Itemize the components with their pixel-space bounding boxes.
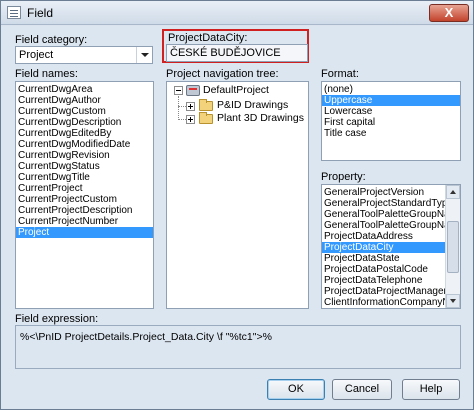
format-item[interactable]: Lowercase <box>322 106 460 117</box>
field-name-item[interactable]: CurrentDwgArea <box>16 84 153 95</box>
project-data-city-field[interactable]: ČESKÉ BUDĚJOVICE <box>166 44 308 62</box>
field-name-item[interactable]: CurrentProjectCustom <box>16 194 153 205</box>
tree-item-pid-drawings[interactable]: P&ID Drawings <box>217 99 288 112</box>
property-item[interactable]: ProjectDataState <box>322 253 445 264</box>
property-items: GeneralProjectVersion GeneralProjectStand… <box>322 187 460 309</box>
scroll-thumb[interactable] <box>447 221 459 273</box>
format-label: Format: <box>321 68 359 80</box>
property-item[interactable]: ProjectDataProjectManager <box>322 286 447 297</box>
window-title: Field <box>27 6 54 20</box>
tree-connector <box>178 96 179 120</box>
property-scrollbar[interactable] <box>445 185 460 308</box>
tree-item-plant3d-drawings[interactable]: Plant 3D Drawings <box>217 112 304 125</box>
cancel-button[interactable]: Cancel <box>332 379 392 400</box>
property-label: Property: <box>321 171 366 183</box>
field-names-list[interactable]: CurrentDwgArea CurrentDwgAuthor CurrentDwg… <box>15 81 154 309</box>
field-expression-label: Field expression: <box>15 313 99 325</box>
property-item[interactable]: ProjectDataPostalCode <box>322 264 445 275</box>
property-item[interactable]: GeneralToolPaletteGroupName <box>322 220 460 231</box>
property-item[interactable]: GeneralProjectVersion <box>322 187 445 198</box>
ok-button[interactable]: OK <box>267 379 325 400</box>
field-expression-box[interactable]: %<\PnID ProjectDetails.Project_Data.City… <box>15 325 461 369</box>
format-item[interactable]: (none) <box>322 84 460 95</box>
property-item[interactable]: ClientInformationCompanyName <box>322 297 460 308</box>
help-button[interactable]: Help <box>402 379 460 400</box>
field-expression-value: %<\PnID ProjectDetails.Project_Data.City… <box>20 331 272 343</box>
tree-item-defaultproject[interactable]: DefaultProject <box>203 84 269 97</box>
field-names-label: Field names: <box>15 68 78 80</box>
property-item[interactable]: GeneralToolPaletteGroupName <box>322 209 460 220</box>
field-name-item[interactable]: CurrentProjectNumber <box>16 216 153 227</box>
plus-expander-icon[interactable] <box>186 115 195 124</box>
field-name-item[interactable]: CurrentDwgDescription <box>16 117 153 128</box>
field-name-item[interactable]: CurrentDwgRevision <box>16 150 153 161</box>
field-name-item[interactable]: CurrentProject <box>16 183 153 194</box>
dialog-body: Field category: Project ProjectDataCity:… <box>1 26 473 409</box>
format-list[interactable]: (none) Uppercase Lowercase First capital Tit… <box>321 81 461 161</box>
folder-icon <box>199 99 213 111</box>
scroll-up-icon[interactable] <box>446 185 460 199</box>
format-item[interactable]: First capital <box>322 117 460 128</box>
field-dialog: Field X Field category: Project ProjectD… <box>0 0 474 410</box>
property-list[interactable]: GeneralProjectVersion GeneralProjectStand… <box>321 184 461 309</box>
field-name-item[interactable]: CurrentDwgAuthor <box>16 95 153 106</box>
plus-expander-icon[interactable] <box>186 102 195 111</box>
property-item[interactable]: GeneralProjectStandardType <box>322 198 453 209</box>
field-name-item[interactable]: CurrentDwgEditedBy <box>16 128 153 139</box>
field-name-item[interactable]: Project <box>16 227 153 238</box>
chevron-down-icon[interactable] <box>136 47 152 63</box>
field-category-dropdown[interactable]: Project <box>15 46 153 64</box>
property-item[interactable]: ProjectDataTelephone <box>322 275 445 286</box>
title-bar[interactable]: Field X <box>1 1 473 25</box>
property-item[interactable]: ProjectDataAddress <box>322 231 445 242</box>
project-navigation-tree[interactable]: DefaultProject P&ID Drawings Plant 3D Dr… <box>166 81 309 309</box>
field-name-item[interactable]: CurrentDwgTitle <box>16 172 153 183</box>
field-dialog-icon <box>7 6 21 19</box>
field-category-label: Field category: <box>15 34 88 46</box>
folder-icon <box>199 112 213 124</box>
property-item[interactable]: ClientInformationPrimaryContact <box>322 308 445 309</box>
field-category-value: Project <box>19 49 54 61</box>
minus-expander-icon[interactable] <box>174 86 183 95</box>
project-data-city-value: ČESKÉ BUDĚJOVICE <box>170 47 281 59</box>
scroll-down-icon[interactable] <box>446 294 460 308</box>
project-data-city-label: ProjectDataCity: <box>168 32 248 44</box>
project-tree-label: Project navigation tree: <box>166 68 279 80</box>
close-button[interactable]: X <box>429 4 469 22</box>
format-item[interactable]: Title case <box>322 128 460 139</box>
field-name-item[interactable]: CurrentProjectDescription <box>16 205 153 216</box>
field-name-item[interactable]: CurrentDwgModifiedDate <box>16 139 153 150</box>
field-name-item[interactable]: CurrentDwgCustom <box>16 106 153 117</box>
project-database-icon <box>186 85 200 96</box>
field-name-item[interactable]: CurrentDwgStatus <box>16 161 153 172</box>
property-item[interactable]: ProjectDataCity <box>322 242 445 253</box>
format-item[interactable]: Uppercase <box>322 95 460 106</box>
